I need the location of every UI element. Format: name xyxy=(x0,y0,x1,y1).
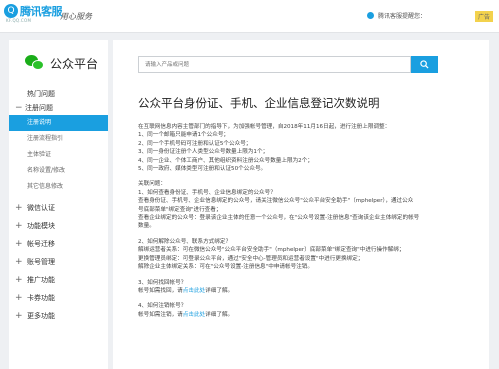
sidebar-group-label: 卡券功能 xyxy=(27,294,55,302)
sidebar-group-label: 更多功能 xyxy=(27,312,55,320)
slogan: 用心服务 xyxy=(60,12,92,21)
click-here-link[interactable]: 点击此处 xyxy=(183,288,205,294)
article-paragraph: 更换管理员绑定：可登录公众平台，通过"安全中心-管理员和运营者设置"中进行更换绑… xyxy=(138,255,364,262)
sidebar-group-modules[interactable]: + 功能模块 xyxy=(9,217,108,235)
sidebar-group-account[interactable]: + 账号管理 xyxy=(9,253,108,271)
question-heading: 1、如何查看身份证、手机号、企业信息绑定的公众号？ xyxy=(138,189,276,196)
article-paragraph: 查看企业绑定的公众号：登录该企业主体的任意一个公众号，在"公众号设置-注册信息"… xyxy=(138,215,420,222)
sidebar-title: 公众平台 xyxy=(50,56,99,71)
sidebar-group-promotion[interactable]: + 推广功能 xyxy=(9,271,108,289)
logo-subtitle: KF.QQ.COM xyxy=(6,18,32,23)
expand-plus-icon: + xyxy=(15,257,23,267)
article-paragraph: 3、同一身份证注册个人类型公众号数量上限为1个； xyxy=(138,149,269,156)
sidebar-group-label: 推广功能 xyxy=(27,276,55,284)
sidebar-item-hot[interactable]: 热门问题 xyxy=(9,88,108,101)
sidebar-item-subject-verify[interactable]: 主体验证 xyxy=(9,147,108,163)
article-paragraph: 1、同一个邮箱只能申请1个公众号； xyxy=(138,132,230,139)
search-input[interactable] xyxy=(138,56,411,73)
answer-text: 详细了解。 xyxy=(205,311,234,318)
sidebar-group-register[interactable]: − 注册问题 xyxy=(9,101,108,115)
article-paragraph: 2、同一个手机号码可注册和认证5个公众号； xyxy=(138,140,252,147)
sidebar-item-register-guide[interactable]: 注册说明 xyxy=(9,115,108,131)
article-paragraph: 在互联网信息内容主管部门的指导下，为加强帐号管理，自2018年11月16日起，进… xyxy=(138,124,391,130)
sidebar-item-name-setting[interactable]: 名称设置/修改 xyxy=(9,163,108,179)
tencent-kf-logo[interactable]: Q 腾讯客服 xyxy=(4,3,63,19)
related-title: 关联问题： xyxy=(138,181,166,188)
search-bar xyxy=(138,56,438,73)
sidebar-group-label: 帐号迁移 xyxy=(27,240,55,248)
article-paragraph: 数量。 xyxy=(138,223,155,230)
expand-plus-icon: + xyxy=(15,293,23,303)
article-paragraph: 解绑运营者关系：可在微信公众号"公众平台安全助手"（mphelper）底部菜单"… xyxy=(138,247,405,254)
logo-text: 腾讯客服 xyxy=(20,5,63,18)
main-content: 公众平台身份证、手机、企业信息登记次数说明 在互联网信息内容主管部门的指导下，为… xyxy=(113,40,489,369)
article-paragraph: 帐号如需找回，请点击此处详细了解。 xyxy=(138,287,483,295)
question-heading: 2、如何解除公众号、联系方式绑定？ xyxy=(138,238,232,245)
ad-badge[interactable]: 广告 xyxy=(474,11,493,22)
answer-text: 详细了解。 xyxy=(205,287,234,294)
notice-link[interactable]: 腾讯客服提醒您： xyxy=(367,11,426,20)
expand-plus-icon: + xyxy=(15,239,23,249)
expand-plus-icon: + xyxy=(15,275,23,285)
notice-icon xyxy=(367,12,374,19)
sidebar-group-wechat-verify[interactable]: + 微信认证 xyxy=(9,199,108,217)
logo-mark-icon: Q xyxy=(4,4,18,18)
sidebar-group-more[interactable]: + 更多功能 xyxy=(9,307,108,325)
article: 公众平台身份证、手机、企业信息登记次数说明 在互联网信息内容主管部门的指导下，为… xyxy=(138,95,483,319)
sidebar-item-other-info[interactable]: 其它信息修改 xyxy=(9,179,108,195)
article-paragraph: 号底部菜单"绑定查询"进行查看； xyxy=(138,206,222,213)
answer-text: 帐号如需注销，请 xyxy=(138,311,183,318)
article-paragraph: 帐号如需注销，请点击此处详细了解。 xyxy=(138,311,483,319)
top-header: Q 腾讯客服 KF.QQ.COM 用心服务 腾讯客服提醒您： 广告 xyxy=(0,0,499,33)
sidebar-brand: 公众平台 xyxy=(9,40,108,86)
sidebar-group-migration[interactable]: + 帐号迁移 xyxy=(9,235,108,253)
sidebar: 公众平台 热门问题 − 注册问题 注册说明 注册流程指引 主体验证 名称设置/修… xyxy=(9,40,108,369)
click-here-link[interactable]: 点击此处 xyxy=(183,312,205,318)
expand-plus-icon: + xyxy=(15,221,23,231)
sidebar-group-coupons[interactable]: + 卡券功能 xyxy=(9,289,108,307)
article-paragraph: 5、同一政府、媒体类型可注册和认证50个公众号。 xyxy=(138,166,267,173)
expand-plus-icon: + xyxy=(15,203,23,213)
sidebar-group-label: 账号管理 xyxy=(27,258,55,266)
question-heading: 3、如何找回帐号？ xyxy=(138,279,187,286)
search-icon xyxy=(420,60,429,69)
wechat-icon xyxy=(25,53,45,73)
article-paragraph: 解除企业主体绑定关系：可在"公众号设置-注册信息"中申请帐号注销。 xyxy=(138,264,313,271)
notice-text: 腾讯客服提醒您： xyxy=(378,13,427,20)
article-title: 公众平台身份证、手机、企业信息登记次数说明 xyxy=(138,96,380,110)
search-button[interactable] xyxy=(411,56,438,73)
sidebar-group-label: 微信认证 xyxy=(27,204,55,212)
article-paragraph: 查看身份证、手机号、企业信息绑定的公众号，请关注微信公众号"公众平台安全助手"（… xyxy=(138,198,414,205)
sidebar-group-label: 功能模块 xyxy=(27,222,55,230)
collapse-minus-icon: − xyxy=(15,103,23,113)
question-heading: 4、如何注销帐号？ xyxy=(138,303,187,310)
expand-plus-icon: + xyxy=(15,311,23,321)
answer-text: 帐号如需找回，请 xyxy=(138,287,183,294)
sidebar-group-label: 注册问题 xyxy=(25,104,53,112)
sidebar-item-register-flow[interactable]: 注册流程指引 xyxy=(9,131,108,147)
article-paragraph: 4、同一企业、个体工商户、其他组织资料注册公众号数量上限为2个； xyxy=(138,157,313,164)
